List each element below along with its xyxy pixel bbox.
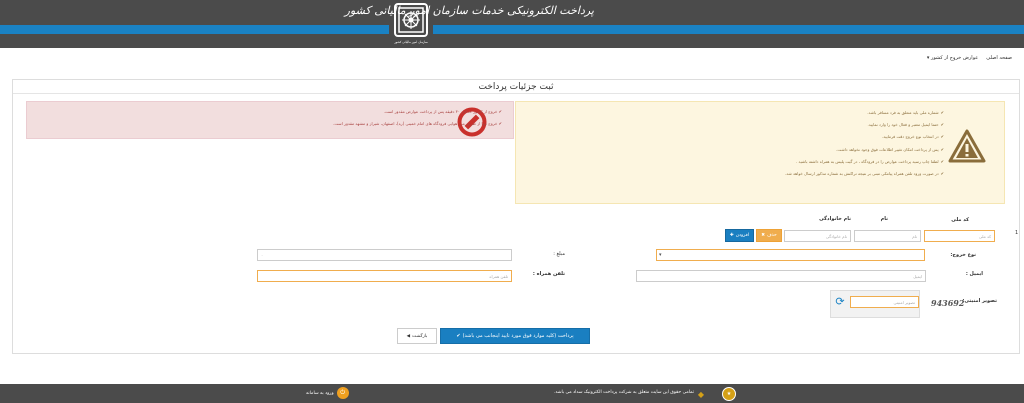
payment-panel: ثبت جزئیات پرداخت ✔شماره ملی باید متعلق … [12,79,1020,354]
info-alert: ✔شماره ملی باید متعلق به فرد مسافر باشد.… [515,101,1005,204]
check-icon: ✔ [940,170,944,176]
amount-label: مبلغ : [553,251,565,257]
email-label: ایمیل : [965,271,983,277]
clear-label: حذف [766,233,777,238]
caret-down-icon: ▾ [926,55,930,61]
page-title: ثبت جزئیات پرداخت [13,80,1019,94]
captcha-label: تصویر امنیتی: [962,298,997,304]
info-list: ✔شماره ملی باید متعلق به فرد مسافر باشد.… [785,110,944,183]
danger-list: ✔ خروج از کشور حداقل ۳۰ دقیقه پس از پردا… [333,109,502,133]
plus-icon: ✚ [729,233,734,238]
first-name-label: نام [880,216,888,222]
clear-button[interactable]: حذف ✖ [756,229,782,242]
pay-label: پرداخت (کلیه موارد فوق مورد تایید اینجان… [462,333,574,339]
danger-item: ✔ خروج تنها از طریق مرز هوایی فرودگاه ها… [333,121,502,126]
logo-caption: سازمان امور مالیاتی کشور [394,40,428,44]
national-code-input[interactable]: کد ملی [924,230,995,242]
refresh-icon[interactable]: ⟳ [833,295,847,309]
login-link[interactable]: ⏻ ورود به سامانه [306,387,349,399]
last-name-label: نام خانوادگی [819,216,851,222]
last-name-input[interactable]: نام خانوادگی [784,230,851,242]
breadcrumb-current-menu[interactable]: عوارض خروج از کشور ▾ [927,55,978,65]
chevron-down-icon: ▾ [659,252,662,258]
breadcrumb-home[interactable]: صفحه اصلی [986,55,1012,65]
mobile-label: تلفن همراه : [532,271,565,277]
check-icon: ✔ [940,158,944,164]
close-icon: ✖ [761,233,765,238]
login-label: ورود به سامانه [306,390,334,396]
check-icon: ✔ [498,121,502,126]
breadcrumb-current-label: عوارض خروج از کشور [930,55,979,61]
exit-type-label: نوع خروج: [950,252,976,258]
back-button[interactable]: بازگشت ◀ [397,328,437,344]
pay-button[interactable]: پرداخت (کلیه موارد فوق مورد تایید اینجان… [440,328,590,344]
info-item: ✔لطفا چاپ رسید پرداخت عوارض را در فرودگا… [796,158,944,164]
footer: ★ ◆ تمامی حقوق این سایت متعلق به شرکت پر… [0,384,1024,403]
info-item: ✔در صورت ورود تلفن همراه پیامکی مبنی بر … [785,170,944,176]
info-item: ✔شماره ملی باید متعلق به فرد مسافر باشد. [867,110,944,115]
captcha-image: 943692 [931,298,965,308]
breadcrumb: صفحه اصلی عوارض خروج از کشور ▾ [927,55,1012,65]
top-header: سازمان امور مالیاتی کشور پرداخت الکترونی… [0,0,1024,48]
warning-triangle-icon [948,129,986,163]
header-accent-stripe [0,25,1024,34]
back-label: بازگشت [412,333,428,339]
copyright-text: تمامی حقوق این سایت متعلق به شرکت پرداخت… [553,390,694,395]
info-item: ✔حتما ایمیل معتبر و فعال خود را وارد نما… [867,122,944,128]
check-icon: ✔ [456,333,461,339]
danger-alert: ✔ خروج از کشور حداقل ۳۰ دقیقه پس از پردا… [26,101,514,139]
samandehi-logo-icon[interactable]: ◆ [695,388,707,400]
row-number: 1 [1015,230,1019,236]
exit-type-select[interactable]: ▾ [656,249,925,261]
mobile-input[interactable]: تلفن همراه [257,270,512,282]
info-item: ✔پس از پرداخت امکان تغییر اطلاعات فوق وج… [836,146,944,152]
check-icon: ✔ [940,134,944,140]
check-icon: ✔ [940,110,944,115]
site-title: پرداخت الکترونیکی خدمات سازمان امور مالی… [344,4,594,17]
back-arrow-icon: ◀ [406,333,411,339]
danger-item: ✔ خروج از کشور حداقل ۳۰ دقیقه پس از پردا… [383,109,502,114]
email-input[interactable]: ایمیل [636,270,926,282]
amount-field: ۰ [257,249,512,261]
add-label: افزودن [735,233,750,238]
add-button[interactable]: افزودن ✚ [725,229,754,242]
login-icon: ⏻ [336,387,349,399]
first-name-input[interactable]: نام [854,230,921,242]
national-code-label: کد ملی [951,217,969,223]
check-icon: ✔ [940,146,944,152]
captcha-input[interactable]: تصویر امنیتی [850,296,919,308]
enamad-seal-icon[interactable]: ★ [722,387,736,401]
check-icon: ✔ [498,109,502,114]
info-item: ✔در انتخاب نوع خروج دقت فرمایید. [882,134,944,140]
check-icon: ✔ [940,122,944,128]
